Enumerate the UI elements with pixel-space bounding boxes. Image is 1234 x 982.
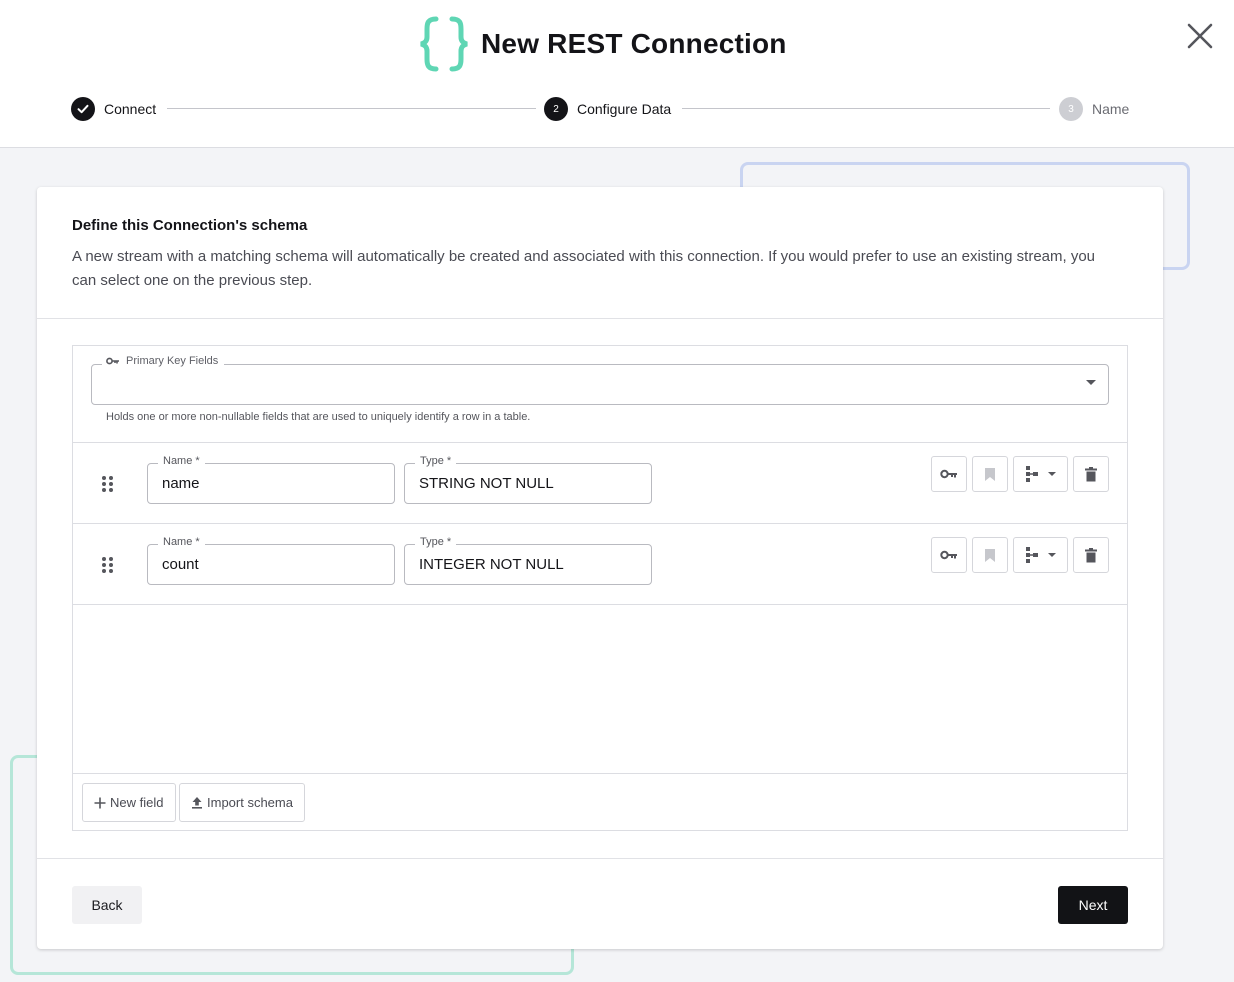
hierarchy-icon [1025, 547, 1056, 563]
step-name[interactable]: 3 Name [1059, 96, 1129, 122]
check-icon [71, 97, 95, 121]
delete-field-button[interactable] [1073, 456, 1109, 492]
schema-editor: Primary Key Fields Holds one or more non… [72, 345, 1128, 831]
back-button[interactable]: Back [72, 886, 142, 924]
field-type-value: STRING NOT NULL [419, 475, 554, 492]
page-title: New REST Connection [481, 28, 787, 59]
bookmark-button[interactable] [972, 537, 1008, 573]
primary-key-helper-text: Holds one or more non-nullable fields th… [106, 411, 531, 423]
primary-key-toggle-button[interactable] [931, 537, 967, 573]
next-button[interactable]: Next [1058, 886, 1128, 924]
import-schema-label: Import schema [207, 795, 293, 810]
field-type-input[interactable]: Type * STRING NOT NULL [404, 455, 652, 504]
field-name-value: count [162, 556, 199, 573]
field-name-input[interactable]: Name * name [147, 455, 395, 504]
field-name-label: Name * [158, 536, 205, 548]
hierarchy-icon [1025, 466, 1056, 482]
primary-key-legend: Primary Key Fields [102, 355, 225, 367]
primary-key-section: Primary Key Fields Holds one or more non… [73, 346, 1127, 443]
bookmark-icon [985, 548, 995, 562]
trash-icon [1085, 466, 1097, 481]
stepper: Connect 2 Configure Data 3 Name [71, 96, 1129, 122]
card-footer: Back Next [37, 858, 1163, 949]
field-name-input[interactable]: Name * count [147, 536, 395, 585]
field-name-label: Name * [158, 455, 205, 467]
schema-card: Define this Connection's schema A new st… [37, 187, 1163, 949]
step-label: Name [1092, 101, 1130, 117]
step-configure-data[interactable]: 2 Configure Data [544, 96, 671, 122]
step-connect[interactable]: Connect [71, 96, 156, 122]
close-icon[interactable] [1186, 22, 1214, 50]
key-icon [940, 550, 957, 560]
field-name-value: name [162, 475, 200, 492]
field-row: Name * name Type * STRING NOT NULL [73, 443, 1127, 524]
field-row: Name * count Type * INTEGER NOT NULL [73, 524, 1127, 605]
card-description: A new stream with a matching schema will… [72, 248, 1096, 289]
schema-actions-bar: New field Import schema [73, 773, 1127, 830]
card-header: Define this Connection's schema A new st… [37, 187, 1163, 319]
upload-icon [192, 797, 202, 809]
field-type-value: INTEGER NOT NULL [419, 556, 564, 573]
delete-field-button[interactable] [1073, 537, 1109, 573]
curly-braces-icon [420, 16, 468, 72]
step-label: Connect [104, 101, 157, 117]
title-group: New REST Connection [418, 14, 787, 74]
primary-key-toggle-button[interactable] [931, 456, 967, 492]
trash-icon [1085, 547, 1097, 562]
step-number: 2 [544, 97, 568, 121]
drag-handle-icon[interactable] [101, 556, 115, 574]
import-schema-button[interactable]: Import schema [179, 783, 305, 822]
drag-handle-icon[interactable] [101, 475, 115, 493]
card-title: Define this Connection's schema [72, 217, 308, 234]
field-type-label: Type * [415, 536, 457, 548]
new-field-button[interactable]: New field [82, 783, 176, 822]
field-options-dropdown-button[interactable] [1013, 456, 1068, 492]
bookmark-button[interactable] [972, 456, 1008, 492]
bookmark-icon [985, 467, 995, 481]
modal-header: New REST Connection Connect 2 Configure … [0, 0, 1234, 148]
plus-icon [94, 797, 106, 808]
primary-key-select[interactable]: Primary Key Fields [91, 355, 1109, 405]
new-field-label: New field [110, 795, 164, 810]
step-number: 3 [1059, 97, 1083, 121]
primary-key-label: Primary Key Fields [126, 355, 219, 367]
step-label: Configure Data [577, 101, 672, 117]
step-connector [167, 108, 536, 109]
chevron-down-icon[interactable] [1086, 380, 1096, 385]
key-icon [106, 357, 119, 365]
field-options-dropdown-button[interactable] [1013, 537, 1068, 573]
field-type-input[interactable]: Type * INTEGER NOT NULL [404, 536, 652, 585]
key-icon [940, 469, 957, 479]
field-type-label: Type * [415, 455, 457, 467]
step-connector [682, 108, 1050, 109]
